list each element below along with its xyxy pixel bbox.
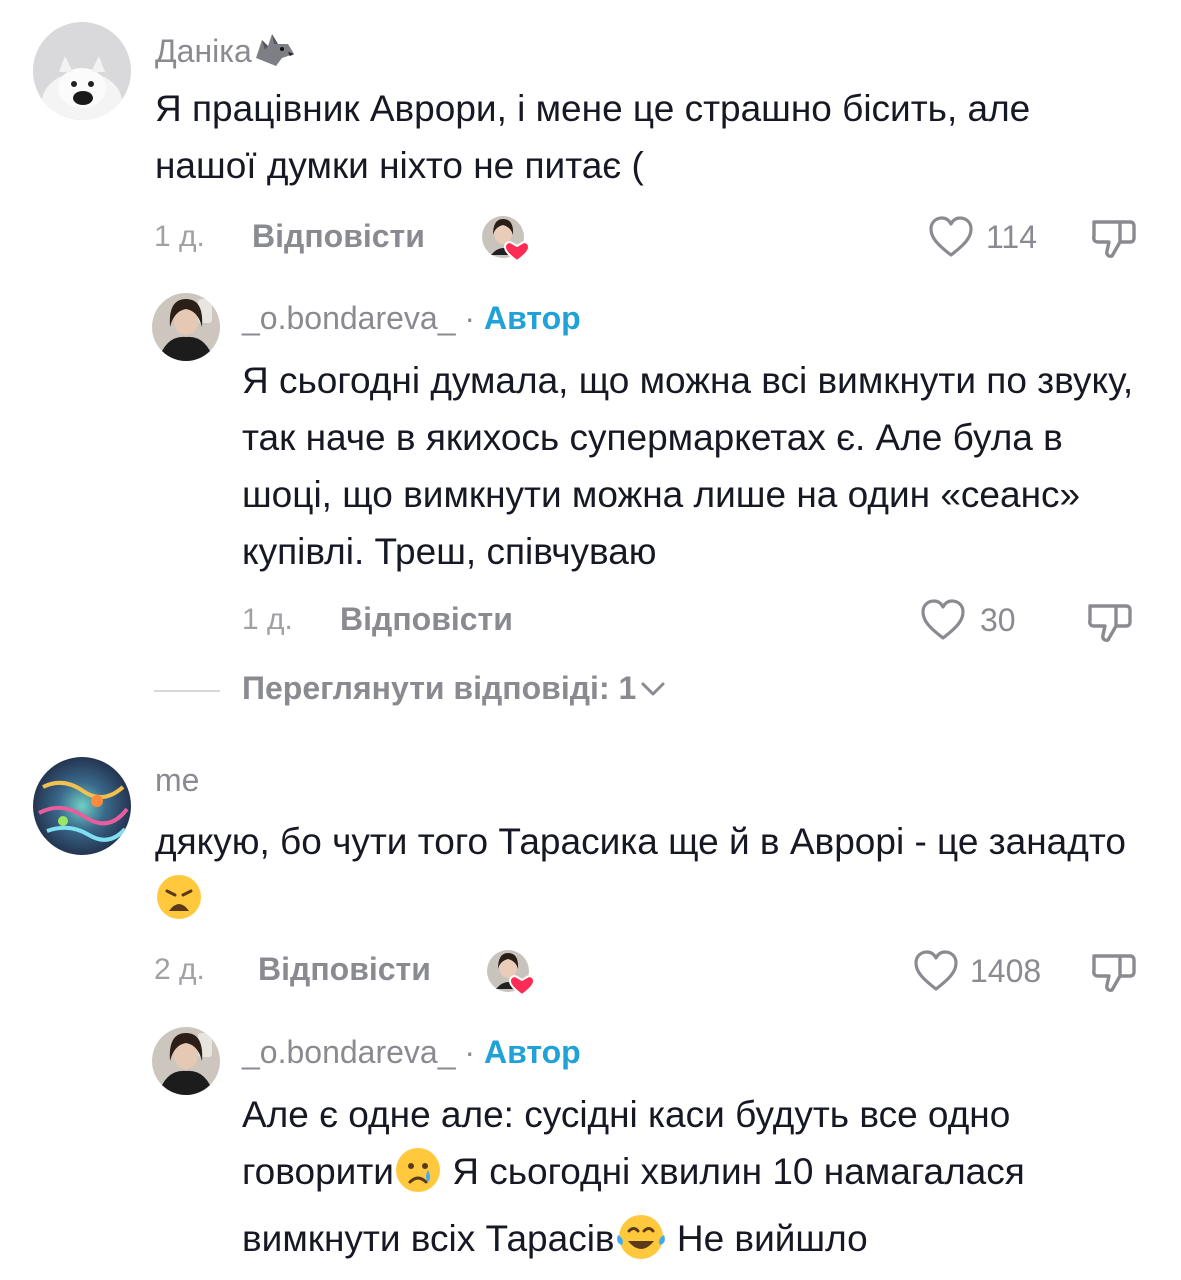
reply-button[interactable]: Відповісти <box>340 601 513 638</box>
avatar-o-bondareva[interactable] <box>152 293 220 361</box>
reply-time: 1 д. <box>242 603 293 636</box>
comment-username[interactable]: Даніка <box>155 28 296 76</box>
author-badge: Автор <box>483 300 581 336</box>
dislike-button[interactable] <box>1090 948 1138 996</box>
avatar-o-bondareva[interactable] <box>152 1027 220 1095</box>
thumbs-down-icon <box>1092 220 1136 258</box>
reply-text: Я сьогодні думала, що можна всі вимкнути… <box>242 360 1134 572</box>
comment-time: 1 д. <box>154 220 205 253</box>
creator-liked-heart-icon <box>487 950 536 997</box>
view-replies-button[interactable]: Переглянути відповіді: 1 <box>242 670 666 707</box>
creator-liked-heart-icon <box>482 216 531 263</box>
like-count: 114 <box>986 219 1038 255</box>
comment-text: Я працівник Аврори, і мене це страшно бі… <box>155 88 1031 186</box>
chevron-down-icon <box>640 670 666 707</box>
username-text: Даніка <box>155 33 252 69</box>
reply-username[interactable]: _o.bondareva_ <box>242 1034 456 1070</box>
separator-dot: · <box>464 1034 476 1070</box>
avatar-danika[interactable] <box>33 22 131 120</box>
heart-outline-icon <box>929 216 973 257</box>
reply-username-line: _o.bondareva_ · Автор <box>242 300 581 337</box>
creator-liked-badge <box>486 949 536 997</box>
thumbs-down-icon <box>1088 604 1132 642</box>
wolf-emoji-icon <box>252 28 296 76</box>
reply-username[interactable]: _o.bondareva_ <box>242 300 456 336</box>
dislike-button[interactable] <box>1090 214 1138 262</box>
reply-text: Але є одне але: сусідні каси будуть все … <box>242 1086 1162 1277</box>
thumbs-down-icon <box>1092 954 1136 992</box>
separator-dot: · <box>464 300 476 336</box>
like-button[interactable] <box>920 598 966 644</box>
reply-text-part: Не вийшло <box>666 1218 868 1259</box>
reply-button[interactable]: Відповісти <box>258 951 431 988</box>
like-button[interactable] <box>928 215 974 261</box>
like-count: 1408 <box>970 953 1042 989</box>
like-button[interactable] <box>913 949 959 995</box>
avatar-me[interactable] <box>33 757 131 855</box>
view-replies-label: Переглянути відповіді: 1 <box>242 670 637 706</box>
reply-username-line: _o.bondareva_ · Автор <box>242 1034 581 1071</box>
tears-of-joy-emoji-icon <box>615 1213 667 1277</box>
creator-liked-badge <box>481 215 531 263</box>
heart-outline-icon <box>914 950 958 991</box>
heart-outline-icon <box>921 599 965 640</box>
comment-text-part: дякую, бо чути того Тарасика ще й в Авро… <box>155 821 1126 862</box>
like-count: 30 <box>980 602 1016 638</box>
weary-face-emoji-icon <box>155 873 203 937</box>
comment-username[interactable]: me <box>155 762 199 799</box>
dislike-button[interactable] <box>1086 598 1134 646</box>
author-badge: Автор <box>483 1034 581 1070</box>
comment-text: дякую, бо чути того Тарасика ще й в Авро… <box>155 813 1135 937</box>
reply-button[interactable]: Відповісти <box>252 218 425 255</box>
divider-line <box>154 690 220 692</box>
crying-face-emoji-icon <box>394 1146 442 1210</box>
comment-time: 2 д. <box>154 953 205 986</box>
